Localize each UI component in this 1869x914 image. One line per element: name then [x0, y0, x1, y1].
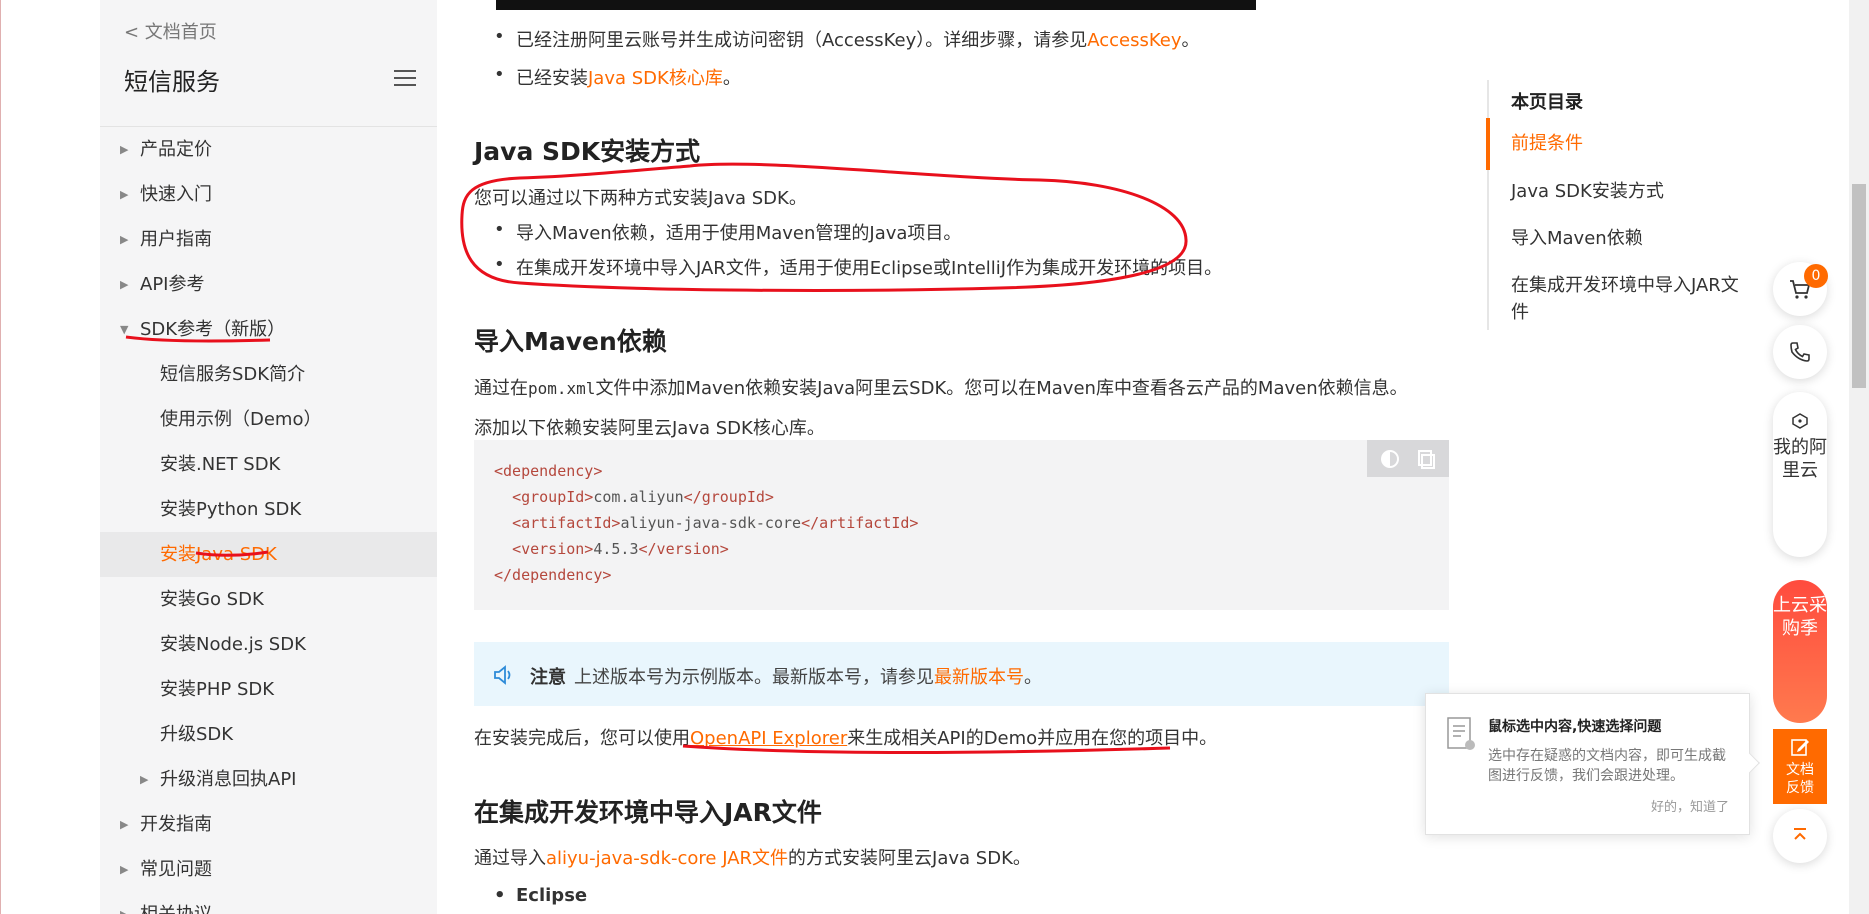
- toc-title: 本页目录: [1511, 92, 1583, 113]
- doc-feedback-button[interactable]: 文档反馈: [1773, 729, 1827, 804]
- caret-right-icon: ▶: [120, 863, 129, 876]
- feedback-tip-popup: 鼠标选中内容,快速选择问题 选中存在疑惑的文档内容，即可生成截图进行反馈，我们会…: [1425, 693, 1760, 835]
- code-line: <dependency>: [494, 462, 603, 480]
- maven-heading: 导入Maven依赖: [474, 327, 667, 356]
- prereq-item: 已经安装Java SDK核心库。: [494, 64, 741, 90]
- caret-down-icon: ▼: [120, 323, 129, 336]
- toc-item-maven[interactable]: 导入Maven依赖: [1511, 225, 1741, 252]
- sidebar-item-dotnet-sdk[interactable]: 安装.NET SDK: [100, 442, 437, 487]
- edit-icon: [1791, 739, 1809, 756]
- back-to-top-icon: [1794, 828, 1806, 840]
- code-line: <groupId>com.aliyun</groupId>: [512, 488, 774, 506]
- code-toolbar: [1367, 440, 1449, 477]
- caret-right-icon: ▶: [120, 143, 129, 156]
- code-line: </dependency>: [494, 566, 612, 584]
- sidebar-item-api-ref[interactable]: ▶ API参考: [100, 262, 437, 307]
- maven-paragraph-2: 添加以下依赖安装阿里云Java SDK核心库。: [474, 418, 825, 439]
- install-heading: Java SDK安装方式: [474, 137, 701, 166]
- sidebar-item-pricing[interactable]: ▶ 产品定价: [100, 127, 437, 172]
- latest-version-link[interactable]: 最新版本号: [934, 667, 1024, 688]
- jar-file-link[interactable]: aliyu-java-sdk-core JAR文件: [546, 848, 788, 869]
- sidebar-item-dev-guide[interactable]: ▶ 开发指南: [100, 802, 437, 847]
- toc-item-prereq[interactable]: 前提条件: [1511, 130, 1741, 157]
- note-box: 注意 上述版本号为示例版本。最新版本号，请参见最新版本号。: [474, 642, 1449, 706]
- toc-active-bar: [1486, 118, 1490, 170]
- sidebar-item-user-guide[interactable]: ▶ 用户指南: [100, 217, 437, 262]
- code-line: <artifactId>aliyun-java-sdk-core</artifa…: [512, 514, 919, 532]
- caret-right-icon: ▶: [120, 818, 129, 831]
- phone-button[interactable]: [1773, 325, 1827, 379]
- sidebar-item-faq[interactable]: ▶ 常见问题: [100, 847, 437, 892]
- inline-code: pom.xml: [528, 379, 596, 398]
- main-content: 已经注册阿里云账号并生成访问密钥（AccessKey）。详细步骤，请参见Acce…: [474, 0, 1449, 914]
- code-block: <dependency> <groupId>com.aliyun</groupI…: [474, 440, 1449, 610]
- sidebar-item-nodejs-sdk[interactable]: 安装Node.js SDK: [100, 622, 437, 667]
- sidebar-item-quickstart[interactable]: ▶ 快速入门: [100, 172, 437, 217]
- theme-toggle-icon[interactable]: [1379, 448, 1401, 470]
- table-of-contents: 本页目录 前提条件 Java SDK安装方式 导入Maven依赖 在集成开发环境…: [1486, 80, 1747, 330]
- sidebar-item-sdk-intro[interactable]: 短信服务SDK简介: [100, 352, 437, 397]
- sidebar-item-java-sdk[interactable]: 安装Java SDK: [100, 532, 437, 577]
- sidebar-item-php-sdk[interactable]: 安装PHP SDK: [100, 667, 437, 712]
- sidebar-nav: ▶ 产品定价 ▶ 快速入门 ▶ 用户指南 ▶ API参考 ▼ SDK参考（新版） 短信服务…: [100, 127, 437, 914]
- scrollbar-thumb[interactable]: [1852, 184, 1866, 388]
- install-option: 在集成开发环境中导入JAR文件，适用于使用Eclipse或IntelliJ作为集…: [494, 254, 1222, 280]
- cart-count-badge: 0: [1804, 264, 1828, 288]
- toc-item-install[interactable]: Java SDK安装方式: [1511, 178, 1741, 205]
- install-option: 导入Maven依赖，适用于使用Maven管理的Java项目。: [494, 219, 961, 245]
- feedback-label: 文档反馈: [1786, 762, 1814, 796]
- terminal-output-snippet: [496, 0, 1256, 10]
- sidebar-item-upgrade-sdk[interactable]: 升级SDK: [100, 712, 437, 757]
- caret-right-icon: ▶: [140, 773, 149, 786]
- toc-item-jar[interactable]: 在集成开发环境中导入JAR文件: [1511, 272, 1741, 326]
- code-line: <version>4.5.3</version>: [512, 540, 729, 558]
- sidebar-item-demo[interactable]: 使用示例（Demo）: [100, 397, 437, 442]
- eclipse-item: Eclipse: [494, 885, 587, 906]
- popup-description: 选中存在疑惑的文档内容，即可生成截图进行反馈，我们会跟进处理。: [1488, 748, 1726, 784]
- openapi-explorer-link[interactable]: OpenAPI Explorer: [690, 728, 847, 749]
- popup-arrow: [1740, 753, 1760, 773]
- sidebar-item-go-sdk[interactable]: 安装Go SDK: [100, 577, 437, 622]
- document-icon: [1447, 717, 1475, 750]
- promo-button[interactable]: 上云采购季: [1773, 580, 1827, 723]
- menu-icon[interactable]: [394, 70, 416, 88]
- phone-icon: [1790, 342, 1810, 362]
- copy-icon[interactable]: [1415, 448, 1437, 470]
- left-margin: [0, 0, 100, 914]
- popup-title: 鼠标选中内容,快速选择问题: [1488, 719, 1662, 735]
- speaker-icon: [494, 665, 511, 685]
- caret-right-icon: ▶: [120, 892, 128, 914]
- my-aliyun-label: 我的阿里云: [1773, 437, 1827, 481]
- scrollbar-track[interactable]: [1849, 0, 1869, 914]
- after-install-paragraph: 在安装完成后，您可以使用OpenAPI Explorer来生成相关API的Dem…: [474, 728, 1218, 749]
- promo-label: 上云采购季: [1773, 595, 1827, 639]
- sidebar-item-agreements[interactable]: ▶相关协议: [100, 892, 437, 914]
- sidebar-item-sdk-ref[interactable]: ▼ SDK参考（新版）: [100, 307, 437, 352]
- sidebar-item-upgrade-receipt-api[interactable]: ▶ 升级消息回执API: [100, 757, 437, 802]
- back-to-docs-link[interactable]: < 文档首页: [124, 18, 217, 44]
- caret-right-icon: ▶: [120, 188, 129, 201]
- product-title: 短信服务: [124, 68, 220, 96]
- caret-right-icon: ▶: [120, 233, 129, 246]
- my-aliyun-button[interactable]: 我的阿里云: [1773, 392, 1827, 557]
- cube-icon: [1792, 413, 1808, 429]
- note-text: 注意 上述版本号为示例版本。最新版本号，请参见最新版本号。: [530, 667, 1042, 688]
- popup-dismiss-button[interactable]: 好的，知道了: [1651, 796, 1729, 815]
- sidebar: < 文档首页 短信服务 ▶ 产品定价 ▶ 快速入门 ▶ 用户指南 ▶ API参考 ▼ SD…: [100, 0, 437, 914]
- caret-right-icon: ▶: [120, 278, 129, 291]
- accesskey-link[interactable]: AccessKey: [1087, 30, 1181, 51]
- jar-paragraph: 通过导入aliyu-java-sdk-core JAR文件的方式安装阿里云Jav…: [474, 848, 1031, 869]
- sidebar-item-python-sdk[interactable]: 安装Python SDK: [100, 487, 437, 532]
- back-to-top-button[interactable]: [1773, 809, 1827, 863]
- maven-paragraph: 通过在pom.xml文件中添加Maven依赖安装Java阿里云SDK。您可以在M…: [474, 378, 1408, 399]
- prereq-item: 已经注册阿里云账号并生成访问密钥（AccessKey）。详细步骤，请参见Acce…: [494, 26, 1200, 52]
- jar-heading: 在集成开发环境中导入JAR文件: [474, 798, 822, 827]
- install-intro: 您可以通过以下两种方式安装Java SDK。: [474, 188, 807, 209]
- java-sdk-core-link[interactable]: Java SDK核心库: [588, 68, 723, 89]
